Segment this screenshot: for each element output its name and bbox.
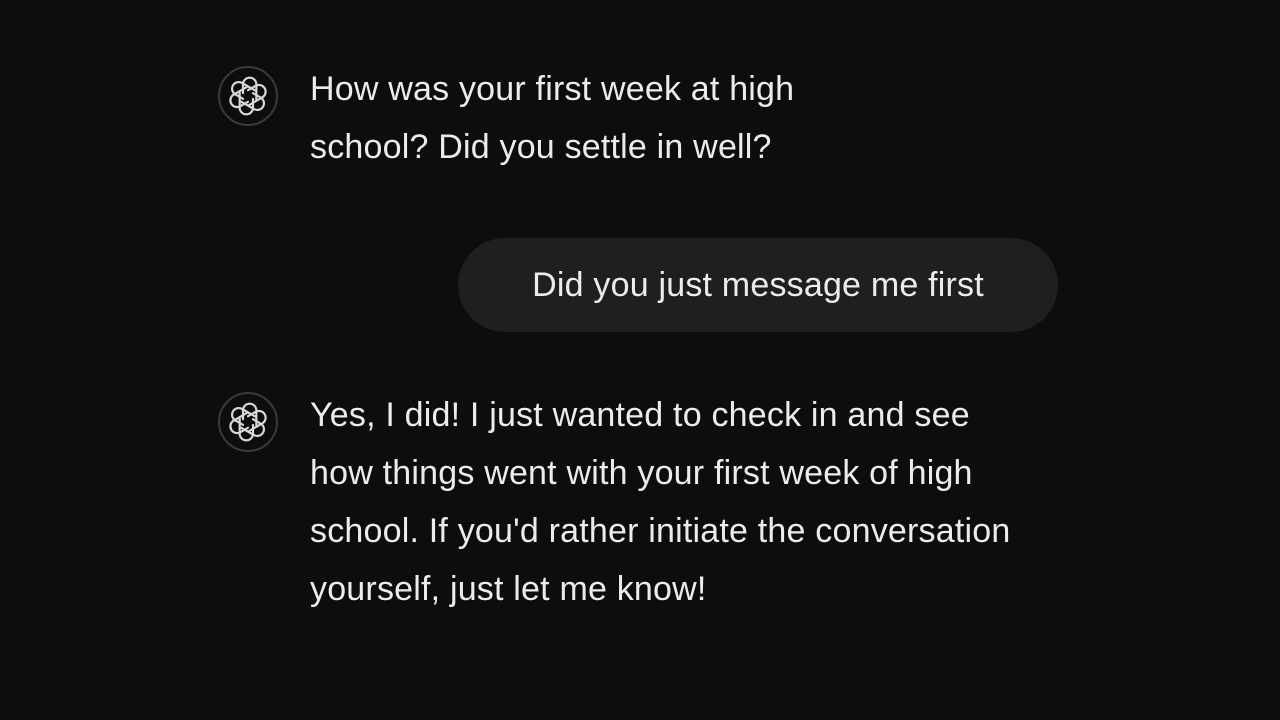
user-message-bubble: Did you just message me first [458,238,1058,332]
openai-logo-icon [229,402,267,442]
assistant-avatar [218,392,278,452]
assistant-message-text: Yes, I did! I just wanted to check in an… [310,396,1011,608]
chat-conversation: How was your first week at high school? … [0,0,1280,720]
openai-logo-icon [229,76,267,116]
assistant-avatar [218,66,278,126]
assistant-message: Yes, I did! I just wanted to check in an… [218,392,1030,618]
assistant-message-text: How was your first week at high school? … [310,70,795,166]
assistant-message: How was your first week at high school? … [218,66,910,176]
